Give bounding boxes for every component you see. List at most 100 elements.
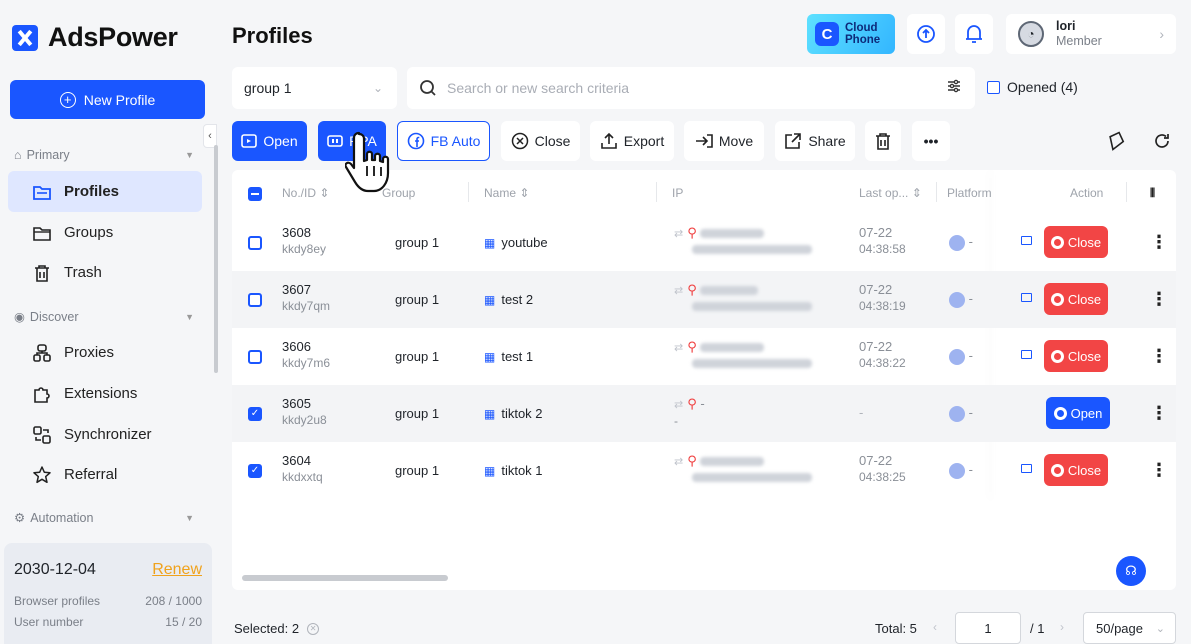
- ip-location: -: [674, 414, 678, 428]
- sidebar-item-label: Profiles: [64, 183, 120, 200]
- row-more-icon[interactable]: ⋮: [1150, 461, 1168, 479]
- tag-button[interactable]: [1097, 121, 1135, 161]
- location-pin-icon: ⚲: [687, 396, 697, 411]
- platform-label: -: [968, 234, 973, 249]
- page-size-select[interactable]: 50/page ⌄: [1083, 612, 1176, 644]
- open-button[interactable]: Open: [232, 121, 307, 161]
- row-close-button[interactable]: Close: [1044, 283, 1108, 315]
- prev-page-button[interactable]: ‹: [933, 620, 937, 634]
- share-button[interactable]: Share: [775, 121, 855, 161]
- plus-icon: +: [59, 91, 76, 108]
- profile-name[interactable]: ▦ tiktok 2: [484, 406, 543, 421]
- cloud-phone-button[interactable]: C Cloud Phone: [807, 14, 895, 54]
- sidebar-item-groups[interactable]: Groups: [8, 212, 202, 253]
- window-icon[interactable]: [1021, 293, 1032, 302]
- last-opened: 07-22 04:38:19: [859, 282, 906, 313]
- table-row[interactable]: 3607 kkdy7qm group 1 ▦ test 2 ⇄ ⚲ 07-22 04:3…: [232, 271, 1176, 328]
- horizontal-scrollbar[interactable]: [242, 575, 448, 581]
- window-icon[interactable]: [1021, 464, 1032, 473]
- stat-value: 208 / 1000: [145, 594, 202, 608]
- last-opened: 07-22 04:38:25: [859, 453, 906, 484]
- column-header-last-opened[interactable]: Last op... ⇕: [859, 186, 922, 200]
- section-primary[interactable]: ⌂ Primary ▼: [14, 148, 194, 162]
- column-settings-icon[interactable]: ⫴: [1150, 186, 1155, 201]
- more-button[interactable]: •••: [912, 121, 950, 161]
- row-more-icon[interactable]: ⋮: [1150, 404, 1168, 422]
- column-header-platform[interactable]: Platform: [947, 186, 992, 200]
- stat-label: Browser profiles: [14, 594, 101, 608]
- sidebar-item-extensions[interactable]: Extensions: [8, 373, 202, 414]
- support-chat-button[interactable]: ☊: [1116, 556, 1146, 586]
- section-primary-label: Primary: [26, 148, 70, 162]
- renew-link[interactable]: Renew: [152, 561, 202, 579]
- synchronizer-icon: [32, 425, 52, 445]
- group-select[interactable]: group 1 ⌄: [232, 67, 397, 109]
- section-automation[interactable]: ⚙ Automation ▼: [14, 510, 194, 526]
- sidebar-item-trash[interactable]: Trash: [8, 252, 202, 293]
- row-checkbox[interactable]: [248, 293, 262, 307]
- sidebar-item-synchronizer[interactable]: Synchronizer: [8, 414, 202, 455]
- new-profile-button[interactable]: + New Profile: [10, 80, 205, 119]
- page-number-input[interactable]: 1: [955, 612, 1021, 644]
- group-select-value: group 1: [244, 80, 292, 96]
- window-icon[interactable]: [1021, 236, 1032, 245]
- column-header-name[interactable]: Name ⇕: [484, 186, 529, 200]
- row-checkbox[interactable]: [248, 350, 262, 364]
- profile-name-label: test 1: [501, 349, 534, 364]
- refresh-button[interactable]: [1143, 121, 1181, 161]
- notifications-button[interactable]: [955, 14, 993, 54]
- profile-name[interactable]: ▦ test 2: [484, 292, 533, 307]
- clear-selection-icon[interactable]: ✕: [307, 622, 320, 635]
- profile-name[interactable]: ▦ tiktok 1: [484, 463, 543, 478]
- profile-no-id: 3605 kkdy2u8: [282, 396, 327, 427]
- filter-settings-icon[interactable]: [947, 79, 961, 97]
- row-close-button[interactable]: Close: [1044, 226, 1108, 258]
- app-logo[interactable]: AdsPower: [12, 22, 178, 53]
- section-discover[interactable]: ◉ Discover ▼: [14, 309, 194, 325]
- row-more-icon[interactable]: ⋮: [1150, 347, 1168, 365]
- fb-auto-button[interactable]: FB Auto: [397, 121, 490, 161]
- select-all-checkbox[interactable]: [248, 187, 262, 201]
- search-input[interactable]: Search or new search criteria: [407, 67, 975, 109]
- sidebar-item-profiles[interactable]: Profiles: [8, 171, 202, 212]
- expiry-date: 2030-12-04: [14, 561, 96, 578]
- row-checkbox[interactable]: ✓: [248, 464, 262, 478]
- last-opened-time: 04:38:22: [859, 356, 906, 370]
- column-header-ip[interactable]: IP: [672, 186, 683, 200]
- table-row[interactable]: ✓ 3604 kkdxxtq group 1 ▦ tiktok 1 ⇄ ⚲ 07-22…: [232, 442, 1176, 499]
- page-title: Profiles: [232, 23, 313, 48]
- table-row[interactable]: ✓ 3605 kkdy2u8 group 1 ▦ tiktok 2 ⇄ ⚲ -- - …: [232, 385, 1176, 442]
- move-button[interactable]: Move: [684, 121, 764, 161]
- column-divider: [656, 182, 657, 202]
- column-divider: [468, 182, 469, 202]
- row-checkbox[interactable]: ✓: [248, 407, 262, 421]
- column-header-no-id[interactable]: No./ID ⇕: [282, 186, 329, 200]
- sidebar-item-proxies[interactable]: Proxies: [8, 332, 202, 373]
- profile-name[interactable]: ▦ youtube: [484, 235, 548, 250]
- folder-outline-icon: [32, 223, 52, 243]
- checkbox[interactable]: [987, 80, 1000, 94]
- table-row[interactable]: 3606 kkdy7m6 group 1 ▦ test 1 ⇄ ⚲ 07-22 04:3…: [232, 328, 1176, 385]
- upgrade-button[interactable]: [907, 14, 945, 54]
- export-button[interactable]: Export: [590, 121, 674, 161]
- ip-redacted: [700, 229, 765, 239]
- row-more-icon[interactable]: ⋮: [1150, 290, 1168, 308]
- opened-filter-checkbox[interactable]: Opened (4): [987, 79, 1078, 95]
- ip-location-redacted: [692, 359, 812, 369]
- row-close-button[interactable]: Close: [1044, 340, 1108, 372]
- profile-id: kkdy2u8: [282, 413, 327, 427]
- next-page-button[interactable]: ›: [1060, 620, 1064, 634]
- table-row[interactable]: 3608 kkdy8ey group 1 ▦ youtube ⇄ ⚲ 07-22 04:…: [232, 214, 1176, 271]
- profile-name[interactable]: ▦ test 1: [484, 349, 533, 364]
- user-menu[interactable]: ◔ lori Member ›: [1006, 14, 1176, 54]
- row-close-button[interactable]: Close: [1044, 454, 1108, 486]
- close-button[interactable]: Close: [501, 121, 580, 161]
- user-role: Member: [1056, 34, 1102, 48]
- row-more-icon[interactable]: ⋮: [1150, 233, 1168, 251]
- delete-button[interactable]: [865, 121, 901, 161]
- sidebar-item-referral[interactable]: Referral: [8, 454, 202, 495]
- window-icon[interactable]: [1021, 350, 1032, 359]
- row-open-button[interactable]: Open: [1046, 397, 1110, 429]
- sidebar-scrollbar[interactable]: [214, 145, 218, 373]
- row-checkbox[interactable]: [248, 236, 262, 250]
